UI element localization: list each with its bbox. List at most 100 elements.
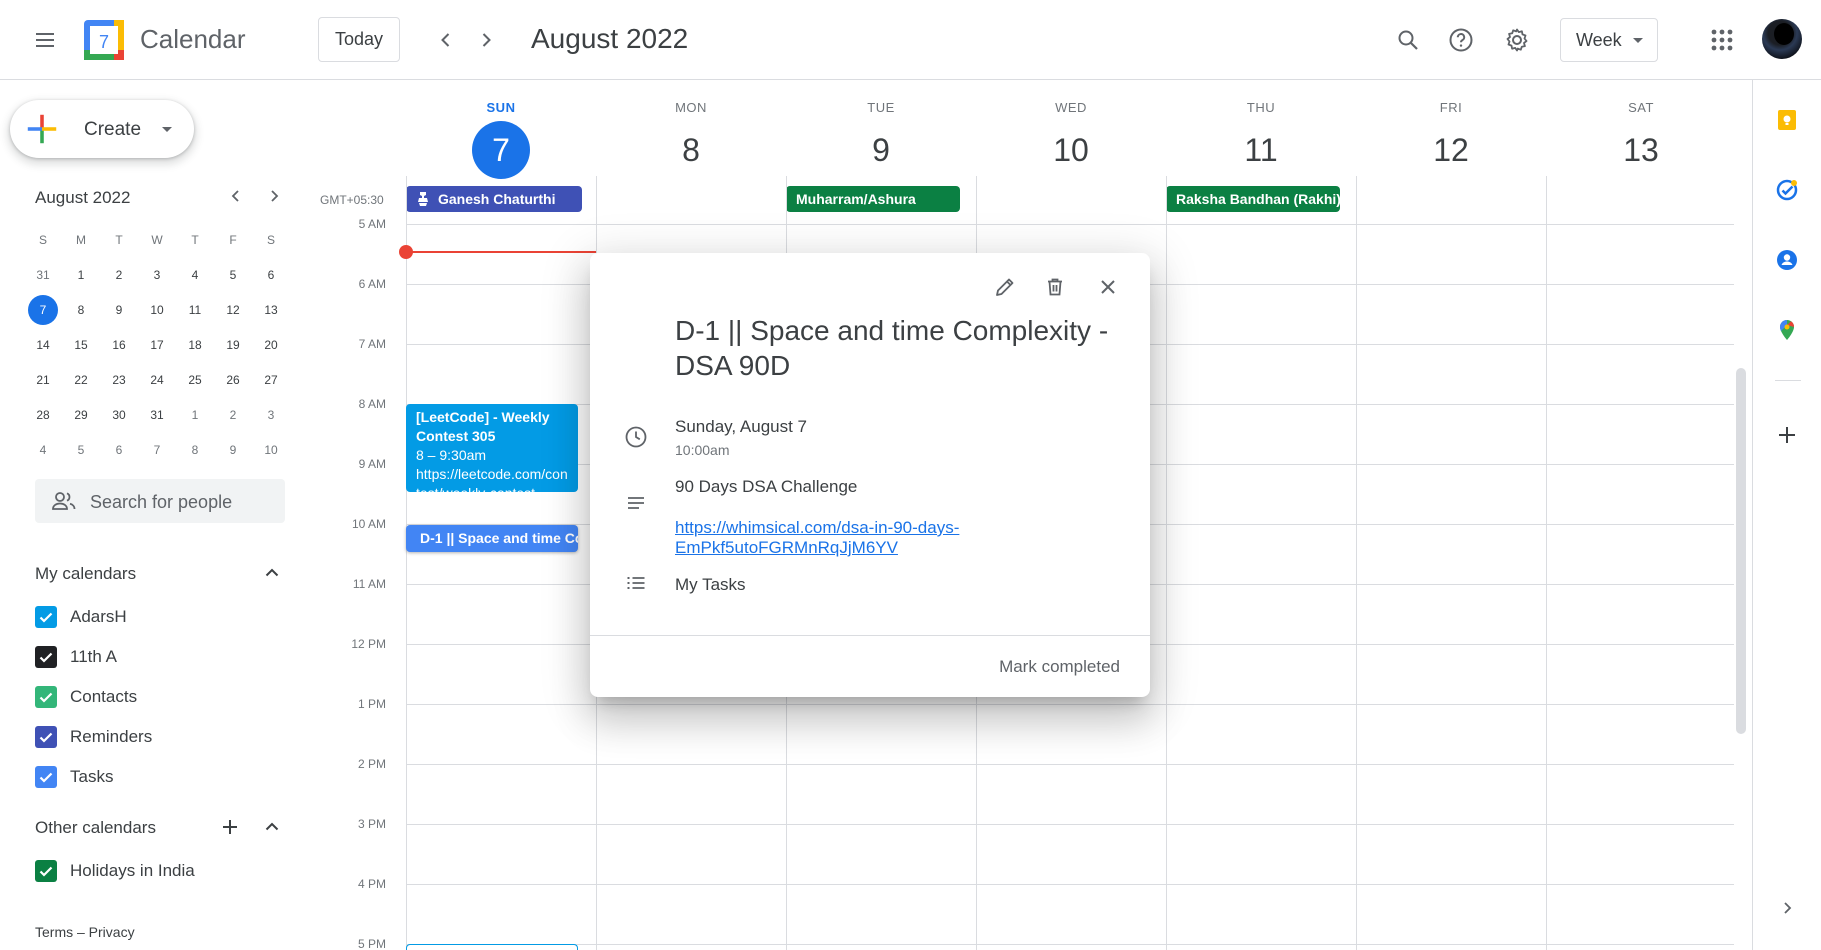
contacts-icon[interactable] — [1769, 242, 1805, 278]
previous-period-icon[interactable] — [424, 18, 468, 62]
mini-day[interactable]: 14 — [24, 330, 62, 360]
day-number[interactable]: 10 — [976, 128, 1166, 172]
day-header-wed[interactable]: WED 10 — [976, 100, 1166, 172]
edit-pencil-icon[interactable] — [985, 267, 1025, 307]
calendar-item-reminders[interactable]: Reminders — [35, 723, 152, 751]
mini-calendar-previous-icon[interactable] — [222, 182, 250, 210]
mini-day[interactable]: 4 — [176, 260, 214, 290]
get-add-ons-plus-icon[interactable] — [1769, 417, 1805, 453]
add-other-calendar-icon[interactable] — [216, 813, 244, 841]
mini-day-selected[interactable]: 7 — [28, 294, 58, 325]
mini-day[interactable]: 29 — [62, 400, 100, 430]
mini-day[interactable]: 27 — [252, 365, 290, 395]
mini-day[interactable]: 22 — [62, 365, 100, 395]
checkbox-checked-icon[interactable] — [35, 686, 57, 708]
settings-gear-icon[interactable] — [1493, 16, 1541, 64]
mini-day[interactable]: 6 — [100, 435, 138, 465]
mini-day[interactable]: 12 — [214, 295, 252, 325]
event-leetcode-weekly-contest[interactable]: [LeetCode] - Weekly Contest 305 8 – 9:30… — [406, 404, 578, 492]
day-header-thu[interactable]: THU 11 — [1166, 100, 1356, 172]
google-apps-grid-icon[interactable] — [1698, 16, 1746, 64]
mini-day[interactable]: 13 — [252, 295, 290, 325]
mini-day[interactable]: 20 — [252, 330, 290, 360]
mini-day[interactable]: 11 — [176, 295, 214, 325]
mini-day[interactable]: 2 — [100, 260, 138, 290]
main-menu-icon[interactable] — [21, 16, 69, 64]
next-period-icon[interactable] — [464, 18, 508, 62]
help-icon[interactable] — [1437, 16, 1485, 64]
day-header-mon[interactable]: MON 8 — [596, 100, 786, 172]
close-icon[interactable] — [1088, 267, 1128, 307]
mini-day[interactable]: 8 — [62, 295, 100, 325]
day-header-sat[interactable]: SAT 13 — [1546, 100, 1736, 172]
day-number[interactable]: 7 — [472, 121, 530, 179]
popover-event-link[interactable]: https://whimsical.com/dsa-in-90-days-EmP… — [675, 518, 995, 558]
search-people-input[interactable]: Search for people — [35, 479, 285, 523]
checkbox-checked-icon[interactable] — [35, 606, 57, 628]
account-avatar[interactable] — [1762, 19, 1802, 59]
mini-day[interactable]: 17 — [138, 330, 176, 360]
day-header-fri[interactable]: FRI 12 — [1356, 100, 1546, 172]
other-calendars-title[interactable]: Other calendars — [35, 818, 156, 838]
mini-day[interactable]: 3 — [252, 400, 290, 430]
mini-day[interactable]: 7 — [138, 435, 176, 465]
mini-day[interactable]: 16 — [100, 330, 138, 360]
grid-scrollbar[interactable] — [1736, 368, 1746, 734]
view-switcher-dropdown[interactable]: Week — [1560, 18, 1658, 62]
mini-day[interactable]: 5 — [62, 435, 100, 465]
calendar-item-holidays-in-india[interactable]: Holidays in India — [35, 857, 195, 885]
mini-day[interactable]: 31 — [138, 400, 176, 430]
checkbox-checked-icon[interactable] — [35, 766, 57, 788]
day-header-tue[interactable]: TUE 9 — [786, 100, 976, 172]
mini-day[interactable]: 2 — [214, 400, 252, 430]
mini-day[interactable]: 24 — [138, 365, 176, 395]
day-header-sun[interactable]: SUN 7 — [406, 100, 596, 179]
mini-day[interactable]: 19 — [214, 330, 252, 360]
calendar-item-contacts[interactable]: Contacts — [35, 683, 137, 711]
my-calendars-title[interactable]: My calendars — [35, 564, 136, 584]
mini-day[interactable]: 10 — [138, 295, 176, 325]
mini-day[interactable]: 8 — [176, 435, 214, 465]
maps-icon[interactable] — [1769, 312, 1805, 348]
mini-calendar-next-icon[interactable] — [260, 182, 288, 210]
mini-day[interactable]: 1 — [62, 260, 100, 290]
collapse-other-calendars-icon[interactable] — [258, 813, 286, 841]
day-number[interactable]: 11 — [1166, 128, 1356, 172]
calendar-logo-icon[interactable]: 7 — [84, 20, 124, 60]
search-icon[interactable] — [1384, 16, 1432, 64]
mini-day[interactable]: 21 — [24, 365, 62, 395]
mini-day[interactable]: 1 — [176, 400, 214, 430]
mini-day[interactable]: 31 — [24, 260, 62, 290]
mini-day[interactable]: 3 — [138, 260, 176, 290]
mini-day[interactable]: 25 — [176, 365, 214, 395]
mini-day[interactable]: 5 — [214, 260, 252, 290]
mini-day[interactable]: 6 — [252, 260, 290, 290]
checkbox-checked-icon[interactable] — [35, 726, 57, 748]
keep-icon[interactable] — [1769, 102, 1805, 138]
day-number[interactable]: 12 — [1356, 128, 1546, 172]
day-number[interactable]: 13 — [1546, 128, 1736, 172]
checkbox-checked-icon[interactable] — [35, 646, 57, 668]
mark-completed-button[interactable]: Mark completed — [999, 657, 1120, 677]
mini-day[interactable]: 9 — [214, 435, 252, 465]
mini-day[interactable]: 15 — [62, 330, 100, 360]
mini-day[interactable]: 10 — [252, 435, 290, 465]
day-number[interactable]: 9 — [786, 128, 976, 172]
tasks-icon[interactable] — [1769, 172, 1805, 208]
mini-day[interactable]: 23 — [100, 365, 138, 395]
day-number[interactable]: 8 — [596, 128, 786, 172]
event-dsa-task[interactable]: D-1 || Space and time Complexity - DSA 9… — [406, 525, 578, 552]
calendar-item-adarsh[interactable]: AdarsH — [35, 603, 127, 631]
mini-day[interactable]: 28 — [24, 400, 62, 430]
terms-privacy-links[interactable]: Terms – Privacy — [35, 924, 135, 940]
calendar-item-11th-a[interactable]: 11th A — [35, 643, 117, 671]
mini-day[interactable]: 9 — [100, 295, 138, 325]
delete-trash-icon[interactable] — [1035, 267, 1075, 307]
calendar-item-tasks[interactable]: Tasks — [35, 763, 113, 791]
create-button[interactable]: Create — [10, 100, 194, 158]
mini-day[interactable]: 30 — [100, 400, 138, 430]
partial-event-edge[interactable] — [406, 944, 578, 950]
expand-side-panel-chevron-icon[interactable] — [1769, 890, 1805, 926]
mini-day[interactable]: 26 — [214, 365, 252, 395]
checkbox-checked-icon[interactable] — [35, 860, 57, 882]
